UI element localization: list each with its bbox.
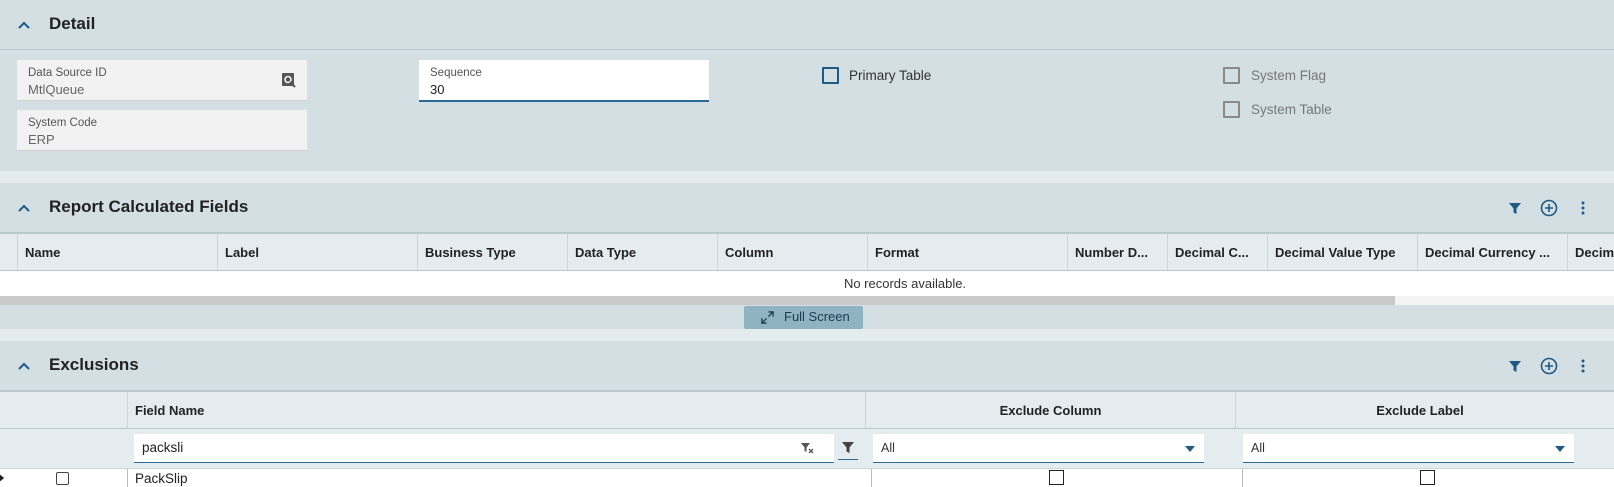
column-header-select	[0, 392, 127, 428]
no-records-message: No records available.	[843, 276, 967, 291]
column-header-name[interactable]: Name	[17, 234, 217, 270]
field-name-filter[interactable]: packsli	[134, 434, 834, 463]
add-circle-icon[interactable]	[1540, 199, 1558, 217]
column-header-data-type[interactable]: Data Type	[567, 234, 717, 270]
filter-icon[interactable]	[1508, 359, 1522, 373]
add-circle-icon[interactable]	[1540, 357, 1558, 375]
exclude-column-filter-value: All	[881, 441, 895, 455]
exclude-column-checkbox[interactable]	[1049, 470, 1064, 485]
expand-icon	[761, 311, 774, 324]
column-header-decimal-value-type[interactable]: Decimal Value Type	[1267, 234, 1417, 270]
detail-title: Detail	[49, 14, 96, 33]
system-code-value: ERP	[28, 132, 55, 147]
exclude-label-checkbox[interactable]	[1420, 470, 1435, 485]
caret-down-icon	[1185, 446, 1195, 452]
table-row[interactable]: PackSlip	[0, 469, 1614, 487]
chevron-up-icon[interactable]	[17, 359, 31, 373]
row-field-name: PackSlip	[135, 471, 188, 486]
system-flag-checkbox	[1223, 67, 1240, 84]
caret-down-icon	[1555, 446, 1565, 452]
detail-header: Detail	[0, 0, 1614, 50]
search-lookup-icon[interactable]	[281, 72, 297, 88]
row-indicator-icon	[0, 474, 5, 482]
clear-filter-icon[interactable]	[800, 441, 814, 455]
column-header-field-name[interactable]: Field Name	[127, 392, 865, 428]
primary-table-checkbox[interactable]	[822, 67, 839, 84]
sequence-field[interactable]: Sequence 30	[419, 60, 709, 102]
exclusions-title: Exclusions	[49, 355, 139, 374]
calc-fields-title: Report Calculated Fields	[49, 197, 249, 216]
more-vertical-icon[interactable]	[1580, 200, 1586, 216]
section-divider	[0, 329, 1614, 341]
cell-divider	[871, 469, 872, 487]
filter-icon[interactable]	[1508, 201, 1522, 215]
column-header-business-type[interactable]: Business Type	[417, 234, 567, 270]
exclude-label-filter-value: All	[1251, 441, 1265, 455]
field-name-filter-value[interactable]: packsli	[142, 440, 183, 455]
system-code-field: System Code ERP	[17, 110, 307, 151]
calc-fields-body: No records available.	[0, 271, 1614, 296]
column-header-decimal-currency[interactable]: Decimal Currency ...	[1417, 234, 1567, 270]
full-screen-label: Full Screen	[784, 309, 850, 324]
exclude-label-filter-select[interactable]: All	[1243, 434, 1574, 463]
row-select-checkbox[interactable]	[56, 472, 69, 485]
system-table-checkbox	[1223, 101, 1240, 118]
column-header-exclude-label[interactable]: Exclude Label	[1235, 392, 1604, 428]
column-header-decim[interactable]: Decim	[1567, 234, 1614, 270]
system-table-label: System Table	[1251, 102, 1332, 117]
full-screen-button[interactable]: Full Screen	[744, 306, 863, 329]
horizontal-scrollbar[interactable]	[0, 296, 1614, 305]
exclusions-header: Exclusions	[0, 341, 1614, 391]
section-divider	[0, 171, 1614, 183]
calc-fields-column-headers: Name Label Business Type Data Type Colum…	[0, 233, 1614, 271]
column-header-column[interactable]: Column	[717, 234, 867, 270]
column-header-exclude-column[interactable]: Exclude Column	[865, 392, 1235, 428]
sequence-label: Sequence	[430, 67, 482, 79]
data-source-id-value: MtlQueue	[28, 82, 85, 97]
column-header-decimal-c[interactable]: Decimal C...	[1167, 234, 1267, 270]
filter-icon	[842, 442, 854, 453]
cell-divider	[127, 469, 128, 487]
calc-fields-header: Report Calculated Fields	[0, 183, 1614, 233]
cell-divider	[1242, 469, 1243, 487]
data-source-id-label: Data Source ID	[28, 67, 107, 79]
scrollbar-thumb[interactable]	[0, 296, 1395, 305]
column-header-number-d[interactable]: Number D...	[1067, 234, 1167, 270]
primary-table-label: Primary Table	[849, 68, 932, 83]
exclusions-filter-row: packsli All All	[0, 429, 1614, 469]
chevron-up-icon[interactable]	[17, 18, 31, 32]
column-header-format[interactable]: Format	[867, 234, 1067, 270]
exclusions-column-headers: Field Name Exclude Column Exclude Label	[0, 391, 1614, 429]
filter-button[interactable]	[838, 434, 858, 460]
column-header-label[interactable]: Label	[217, 234, 417, 270]
data-source-id-field[interactable]: Data Source ID MtlQueue	[17, 60, 307, 101]
exclude-column-filter-select[interactable]: All	[873, 434, 1204, 463]
system-code-label: System Code	[28, 117, 98, 129]
chevron-up-icon[interactable]	[17, 201, 31, 215]
system-flag-label: System Flag	[1251, 68, 1327, 83]
more-vertical-icon[interactable]	[1580, 358, 1586, 374]
sequence-value[interactable]: 30	[430, 82, 444, 97]
